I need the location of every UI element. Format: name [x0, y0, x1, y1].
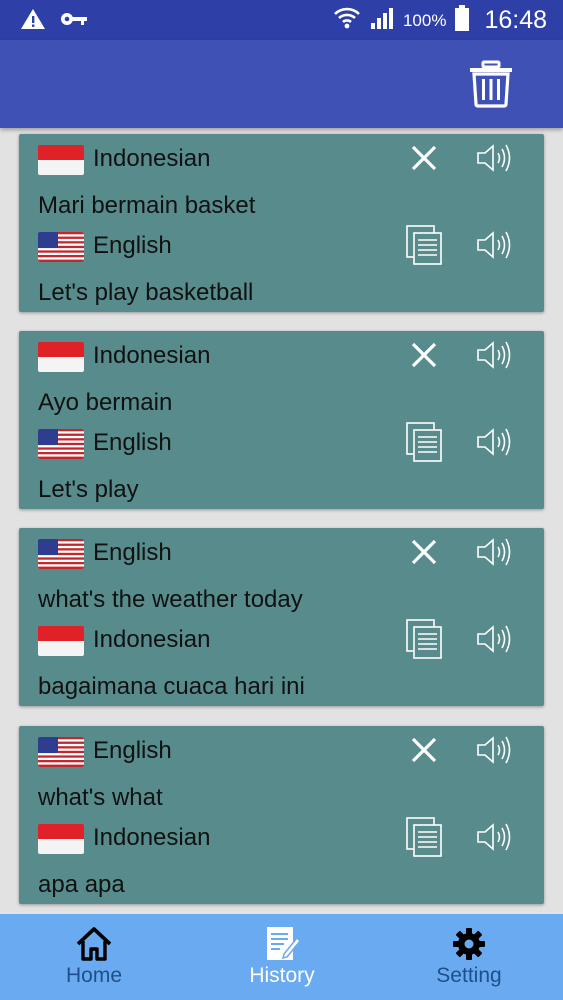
status-bar: 100% 16:48 — [0, 0, 563, 40]
delete-entry-button[interactable] — [404, 140, 444, 180]
copy-icon — [406, 618, 442, 664]
close-icon — [411, 342, 437, 373]
speak-translation-button[interactable] — [474, 621, 514, 661]
source-text: what's what — [38, 784, 163, 811]
history-icon — [262, 924, 302, 964]
history-card[interactable]: English what's the weather today Indones… — [19, 528, 544, 706]
battery-percent: 100% — [402, 10, 447, 30]
target-text: Let's play — [38, 476, 139, 503]
indonesia-flag-icon — [38, 626, 84, 656]
speaker-icon — [476, 340, 512, 375]
clear-history-button[interactable] — [469, 60, 513, 108]
bottom-navigation: Home History Setting — [0, 914, 563, 1000]
trash-icon — [469, 60, 513, 112]
target-text: Let's play basketball — [38, 279, 254, 306]
source-language: Indonesian — [93, 342, 211, 369]
copy-translation-button[interactable] — [404, 618, 444, 664]
source-language: English — [93, 737, 172, 764]
speak-translation-button[interactable] — [474, 227, 514, 267]
copy-translation-button[interactable] — [404, 224, 444, 270]
indonesia-flag-icon — [38, 342, 84, 372]
signal-icon — [369, 5, 395, 36]
warning-icon — [20, 8, 46, 35]
gear-icon — [449, 924, 489, 964]
target-row: Indonesian — [19, 618, 544, 664]
copy-translation-button[interactable] — [404, 421, 444, 467]
nav-history[interactable]: History — [188, 914, 376, 1000]
speak-source-button[interactable] — [474, 140, 514, 180]
source-row: Indonesian — [19, 141, 544, 177]
home-icon — [74, 924, 114, 964]
target-row: English — [19, 224, 544, 270]
source-text: Mari bermain basket — [38, 192, 256, 219]
target-language: Indonesian — [93, 824, 211, 851]
battery-icon — [454, 4, 470, 37]
target-text: bagaimana cuaca hari ini — [38, 673, 305, 700]
target-language: Indonesian — [93, 626, 211, 653]
speaker-icon — [476, 230, 512, 265]
indonesia-flag-icon — [38, 824, 84, 854]
speaker-icon — [476, 735, 512, 770]
usa-flag-icon — [38, 539, 84, 569]
copy-translation-button[interactable] — [404, 816, 444, 862]
delete-entry-button[interactable] — [404, 534, 444, 574]
speaker-icon — [476, 427, 512, 462]
speak-translation-button[interactable] — [474, 424, 514, 464]
source-row: Indonesian — [19, 338, 544, 374]
close-icon — [411, 145, 437, 176]
source-row: English — [19, 733, 544, 769]
source-language: English — [93, 539, 172, 566]
copy-icon — [406, 421, 442, 467]
speak-source-button[interactable] — [474, 337, 514, 377]
nav-setting-label: Setting — [436, 964, 502, 987]
target-language: English — [93, 232, 172, 259]
copy-icon — [406, 224, 442, 270]
speaker-icon — [476, 822, 512, 857]
speak-translation-button[interactable] — [474, 819, 514, 859]
speaker-icon — [476, 537, 512, 572]
close-icon — [411, 539, 437, 570]
speak-source-button[interactable] — [474, 732, 514, 772]
nav-setting[interactable]: Setting — [375, 914, 563, 1000]
copy-icon — [406, 816, 442, 862]
delete-entry-button[interactable] — [404, 732, 444, 772]
speak-source-button[interactable] — [474, 534, 514, 574]
clock: 16:48 — [484, 6, 547, 34]
source-text: what's the weather today — [38, 586, 303, 613]
target-row: English — [19, 421, 544, 467]
history-card[interactable]: Indonesian Ayo bermain English Let's pla… — [19, 331, 544, 509]
speaker-icon — [476, 624, 512, 659]
usa-flag-icon — [38, 232, 84, 262]
source-row: English — [19, 535, 544, 571]
app-bar — [0, 40, 563, 128]
nav-home[interactable]: Home — [0, 914, 188, 1000]
nav-history-label: History — [249, 964, 315, 987]
source-language: Indonesian — [93, 145, 211, 172]
speaker-icon — [476, 143, 512, 178]
target-row: Indonesian — [19, 816, 544, 862]
history-card[interactable]: Indonesian Mari bermain basket English L… — [19, 134, 544, 312]
target-text: apa apa — [38, 871, 125, 898]
nav-home-label: Home — [65, 964, 123, 987]
usa-flag-icon — [38, 737, 84, 767]
key-icon — [60, 11, 88, 32]
indonesia-flag-icon — [38, 145, 84, 175]
close-icon — [411, 737, 437, 768]
target-language: English — [93, 429, 172, 456]
history-card[interactable]: English what's what Indonesian apa apa — [19, 726, 544, 904]
history-list: Indonesian Mari bermain basket English L… — [0, 128, 563, 914]
usa-flag-icon — [38, 429, 84, 459]
wifi-icon — [333, 4, 361, 37]
delete-entry-button[interactable] — [404, 337, 444, 377]
source-text: Ayo bermain — [38, 389, 173, 416]
